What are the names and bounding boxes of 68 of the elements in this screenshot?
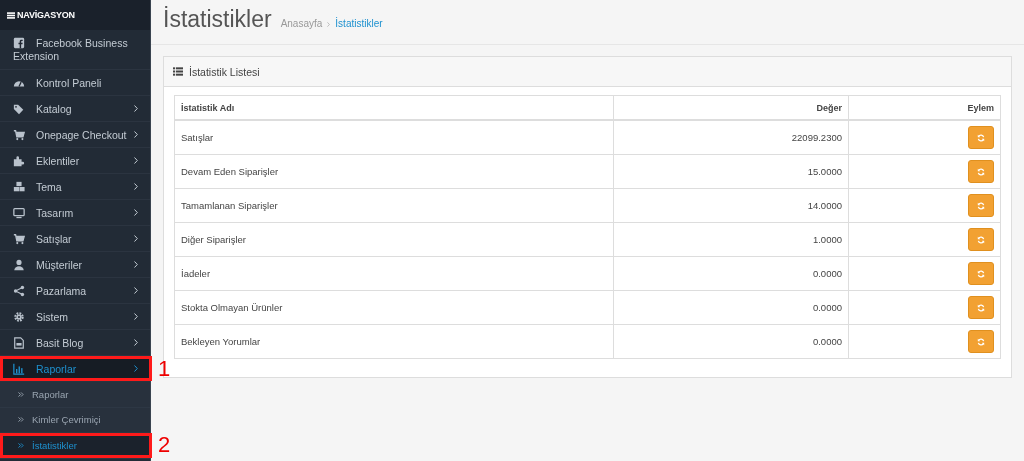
- tag-icon: [13, 102, 25, 115]
- table-cell: Devam Eden Siparişler: [174, 154, 614, 189]
- double-chevron-icon: [18, 442, 24, 448]
- chevron-icon: [327, 22, 331, 27]
- refresh-icon: [977, 167, 985, 176]
- refresh-button[interactable]: [968, 228, 994, 251]
- table-cell: Tamamlanan Siparişler: [174, 188, 614, 223]
- table-cell: 22099.2300: [613, 120, 849, 155]
- refresh-icon: [977, 201, 985, 210]
- double-chevron-icon: [18, 391, 24, 397]
- share-icon: [13, 284, 25, 297]
- cubes-icon: [13, 180, 25, 193]
- table-cell: Diğer Siparişler: [174, 222, 614, 257]
- bar-chart-icon: [13, 362, 25, 375]
- refresh-button[interactable]: [968, 194, 994, 217]
- table-cell: 15.0000: [613, 154, 849, 189]
- refresh-icon: [977, 133, 985, 142]
- refresh-button[interactable]: [968, 330, 994, 353]
- settings-icon: [13, 310, 25, 323]
- annotation-number: 1: [158, 355, 171, 382]
- sidebar-item[interactable]: Onepage Checkout: [0, 122, 150, 148]
- refresh-icon: [977, 269, 985, 278]
- sidebar-item[interactable]: Basit Blog: [0, 330, 150, 356]
- document-icon: [13, 336, 25, 349]
- table-cell: Stokta Olmayan Ürünler: [174, 290, 614, 325]
- table-cell: Satışlar: [174, 120, 614, 155]
- refresh-icon: [977, 337, 985, 346]
- table-cell: 0.0000: [613, 256, 849, 291]
- submenu-item[interactable]: Raporlar: [0, 382, 150, 408]
- sidebar-item[interactable]: Tasarım: [0, 200, 150, 226]
- column-header: Eylem: [848, 95, 1001, 120]
- puzzle-icon: [13, 154, 25, 167]
- refresh-button[interactable]: [968, 160, 994, 183]
- refresh-button[interactable]: [968, 262, 994, 285]
- table-cell: 0.0000: [613, 324, 849, 359]
- column-header: Değer: [613, 95, 849, 120]
- refresh-icon: [977, 303, 985, 312]
- double-chevron-icon: [18, 417, 24, 423]
- refresh-button[interactable]: [968, 126, 994, 149]
- list-icon: [173, 67, 183, 76]
- sidebar-item[interactable]: Sistem: [0, 304, 150, 330]
- table-cell: Bekleyen Yorumlar: [174, 324, 614, 359]
- sidebar-item[interactable]: Pazarlama: [0, 278, 150, 304]
- submenu-item[interactable]: Kimler Çevrimiçi: [0, 407, 150, 433]
- sidebar-item[interactable]: Satışlar: [0, 226, 150, 252]
- refresh-button[interactable]: [968, 296, 994, 319]
- sidebar-item[interactable]: Facebook Business Extension: [0, 30, 150, 70]
- table-cell: İadeler: [174, 256, 614, 291]
- sidebar-item[interactable]: Tema: [0, 174, 150, 200]
- facebook-icon: [13, 37, 25, 49]
- monitor-icon: [13, 206, 25, 219]
- column-header: İstatistik Adı: [174, 95, 614, 120]
- sidebar-item[interactable]: Müşteriler: [0, 252, 150, 278]
- panel-title: İstatistik Listesi: [189, 65, 260, 78]
- user-icon: [13, 258, 25, 271]
- cart-icon: [13, 232, 25, 245]
- refresh-icon: [977, 235, 985, 244]
- table-cell: 0.0000: [613, 290, 849, 325]
- navigation-title: NAVİGASYON: [17, 10, 75, 20]
- sidebar-item[interactable]: Eklentiler: [0, 148, 150, 174]
- sidebar-item[interactable]: Kontrol Paneli: [0, 70, 150, 96]
- annotation-number: 2: [158, 432, 171, 459]
- cart-icon: [13, 128, 25, 141]
- table-cell: 1.0000: [613, 222, 849, 257]
- page-title: İstatistikler: [163, 6, 272, 33]
- sidebar-item[interactable]: Katalog: [0, 96, 150, 122]
- menu-icon: [7, 11, 15, 19]
- table-cell: 14.0000: [613, 188, 849, 223]
